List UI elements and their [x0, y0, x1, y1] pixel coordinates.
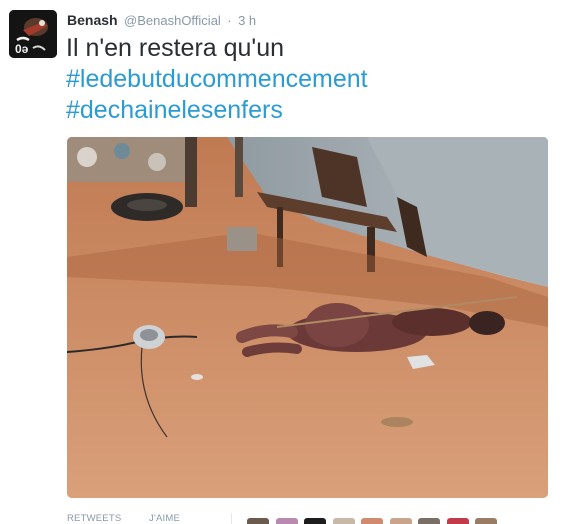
avatar-image: 0ǝ — [9, 10, 57, 58]
screen-name[interactable]: @BenashOfficial — [124, 13, 221, 28]
tweet-stats: RETWEETS J'AIME — [67, 513, 583, 524]
liker-avatar-9[interactable] — [475, 518, 497, 524]
header-separator: · — [227, 13, 232, 28]
liker-avatar-7[interactable] — [418, 518, 440, 524]
tweet-card: 0ǝ Benash @BenashOfficial · 3 h Il n'en … — [0, 0, 583, 524]
timestamp[interactable]: 3 h — [238, 13, 256, 28]
liker-avatar-5[interactable] — [361, 518, 383, 524]
hashtag-link[interactable]: #dechainelesenfers — [66, 95, 571, 126]
avatar[interactable]: 0ǝ — [9, 10, 57, 58]
tweet-text-line: Il n'en restera qu'un — [66, 34, 285, 62]
liker-avatar-2[interactable] — [275, 518, 298, 524]
liker-avatar-6[interactable] — [389, 518, 412, 524]
tweet-text: Il n'en restera qu'un #ledebutducommence… — [66, 33, 571, 126]
tweet-header: Benash @BenashOfficial · 3 h — [67, 12, 256, 30]
retweets-label[interactable]: RETWEETS — [67, 513, 121, 524]
liker-avatar-8[interactable] — [446, 518, 469, 524]
liker-avatar-1[interactable] — [247, 518, 269, 524]
likes-label[interactable]: J'AIME — [149, 513, 180, 524]
stats-divider — [231, 513, 232, 524]
svg-text:0ǝ: 0ǝ — [15, 42, 29, 56]
tweet-photo[interactable] — [67, 137, 548, 498]
hashtag-link[interactable]: #ledebutducommencement — [66, 64, 571, 95]
display-name[interactable]: Benash — [67, 12, 118, 28]
photo-image — [67, 137, 548, 498]
liker-avatar-3[interactable] — [304, 518, 326, 524]
liker-avatar-4[interactable] — [332, 518, 355, 524]
